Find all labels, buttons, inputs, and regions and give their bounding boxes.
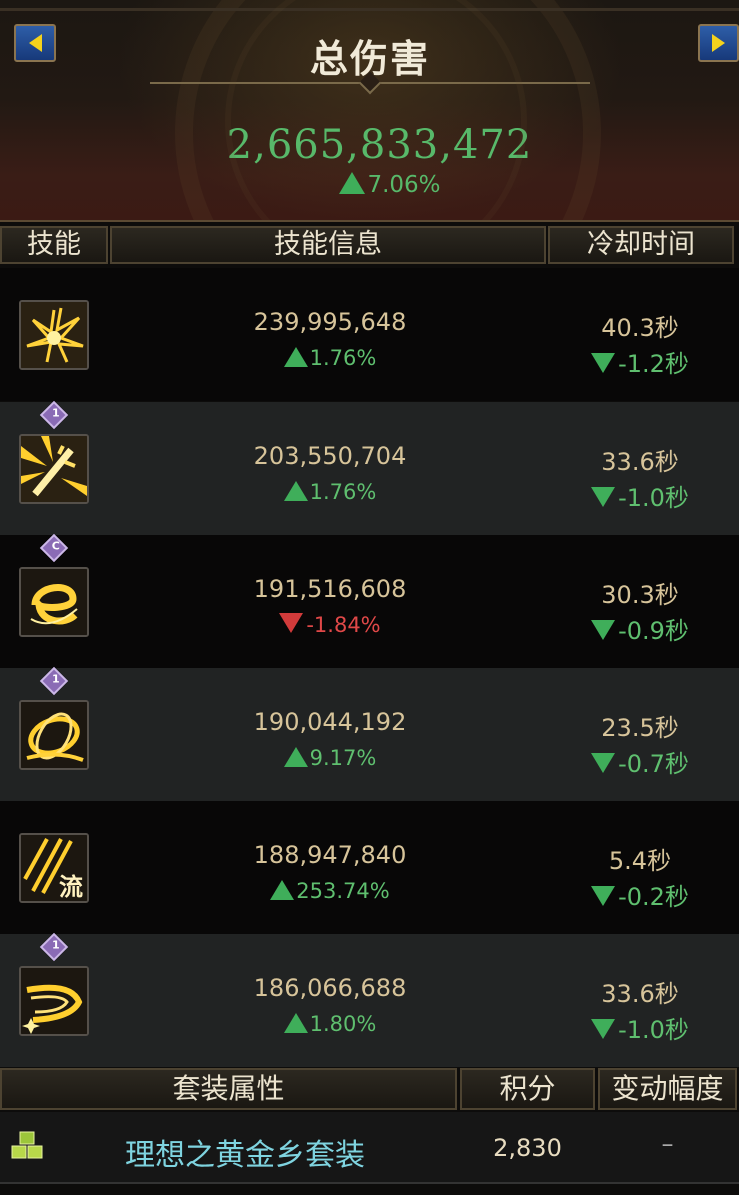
skill-damage-change: 1.80% [190, 1012, 470, 1036]
increase-arrow-icon [283, 347, 308, 367]
column-header-change: 变动幅度 [598, 1068, 737, 1110]
decrease-arrow-icon [591, 886, 616, 906]
increase-arrow-icon [270, 880, 295, 900]
skill-cooldown-change: -1.0秒 [560, 1010, 720, 1045]
increase-arrow-icon [283, 747, 308, 767]
badge-label: 1 [51, 938, 60, 952]
equipment-set-row[interactable]: 理想之黄金乡套装 2,830 – [0, 1112, 739, 1184]
skill-rank-badge: 1 [39, 400, 69, 430]
lightning-burst-icon[interactable] [19, 300, 89, 370]
set-score: 2,830 [493, 1134, 562, 1162]
total-damage-value: 2,665,833,472 [226, 122, 533, 168]
cooldown-change-text: -1.0秒 [618, 1016, 689, 1044]
total-damage-change: 7.06% [0, 172, 739, 198]
decrease-arrow-icon [591, 487, 616, 507]
skill-rank-badge: 1 [39, 666, 69, 696]
skill-row[interactable]: C 191,516,608 -1.84% 30.3秒 -0.9秒 [0, 533, 739, 668]
damage-change-text: -1.84% [306, 613, 381, 637]
skill-row[interactable]: 1 190,044,192 9.17% 23.5秒 -0.7秒 [0, 666, 739, 801]
skill-cooldown-change: -0.2秒 [560, 877, 720, 912]
skill-row[interactable]: 1 186,066,688 1.80% 33.6秒 -1.0秒 [0, 932, 739, 1067]
cooldown-change-text: -1.0秒 [618, 484, 689, 512]
column-header-cooldown: 冷却时间 [548, 226, 734, 264]
damage-change-text: 1.80% [309, 1012, 377, 1036]
cooldown-change-text: -1.2秒 [618, 350, 689, 378]
column-header-skill: 技能 [0, 226, 108, 264]
decrease-arrow-icon [591, 753, 616, 773]
damage-change-text: 253.74% [296, 879, 390, 903]
increase-arrow-icon [283, 1013, 308, 1033]
decrease-arrow-icon [591, 1019, 616, 1039]
skill-damage: 239,995,648 [253, 308, 407, 336]
skill-row[interactable]: 239,995,648 1.76% 40.3秒 -1.2秒 [0, 268, 739, 401]
svg-text:流: 流 [59, 873, 83, 901]
arrow-right-icon [712, 34, 725, 52]
top-divider [0, 8, 739, 11]
skill-damage: 186,066,688 [253, 974, 407, 1002]
skill-cooldown: 40.3秒 [601, 314, 679, 342]
skill-damage-change: 253.74% [190, 879, 470, 903]
increase-arrow-icon [339, 172, 366, 194]
skill-damage-change: 9.17% [190, 746, 470, 770]
skill-cooldown-change: -0.9秒 [560, 611, 720, 646]
skill-cooldown: 30.3秒 [601, 581, 679, 609]
skill-rank-badge: 1 [39, 932, 69, 962]
badge-label: 1 [51, 672, 60, 686]
damage-change-text: 9.17% [309, 746, 377, 770]
skill-damage: 203,550,704 [253, 442, 407, 470]
crescent-wave-icon[interactable] [19, 966, 89, 1036]
skill-damage-change: -1.84% [190, 613, 470, 637]
skill-cooldown: 5.4秒 [608, 847, 672, 875]
skill-cooldown: 33.6秒 [601, 980, 679, 1008]
badge-label: 1 [51, 406, 60, 420]
skill-damage: 191,516,608 [253, 575, 407, 603]
damage-change-text: 1.76% [309, 480, 377, 504]
skill-cooldown: 23.5秒 [601, 714, 679, 742]
total-change-text: 7.06% [367, 172, 441, 198]
column-header-score: 积分 [460, 1068, 595, 1110]
column-header-set: 套装属性 [0, 1068, 457, 1110]
skill-cooldown-change: -0.7秒 [560, 744, 720, 779]
cooldown-change-text: -0.2秒 [618, 883, 689, 911]
previous-page-button[interactable] [14, 24, 56, 62]
next-page-button[interactable] [698, 24, 739, 62]
set-change: – [661, 1130, 674, 1158]
increase-arrow-icon [283, 481, 308, 501]
skill-row[interactable]: 流 188,947,840 253.74% 5.4秒 -0.2秒 [0, 801, 739, 934]
skill-damage-change: 1.76% [190, 346, 470, 370]
page-title: 总伤害 [309, 37, 430, 81]
total-damage-panel: 总伤害 2,665,833,472 7.06% [0, 0, 739, 222]
damage-change-text: 1.76% [309, 346, 377, 370]
arrow-left-icon [28, 34, 42, 52]
decrease-arrow-icon [591, 620, 616, 640]
skill-damage: 188,947,840 [253, 841, 407, 869]
swirl-slash-icon[interactable] [19, 567, 89, 637]
skill-cooldown-change: -1.2秒 [560, 344, 720, 379]
decrease-arrow-icon [591, 353, 616, 373]
skill-cooldown-change: -1.0秒 [560, 478, 720, 513]
skill-damage: 190,044,192 [253, 708, 407, 736]
spinning-ring-icon[interactable] [19, 700, 89, 770]
skill-rank-badge: C [39, 533, 69, 563]
equipment-set-icon [11, 1131, 43, 1159]
column-header-info: 技能信息 [110, 226, 546, 264]
decrease-arrow-icon [279, 613, 304, 633]
skill-row[interactable]: 1 203,550,704 1.76% 33.6秒 -1.0秒 [0, 400, 739, 535]
cooldown-change-text: -0.7秒 [618, 750, 689, 778]
badge-label: C [51, 539, 60, 553]
skill-damage-change: 1.76% [190, 480, 470, 504]
cooldown-change-text: -0.9秒 [618, 617, 689, 645]
sword-burst-icon[interactable] [19, 434, 89, 504]
skill-cooldown: 33.6秒 [601, 448, 679, 476]
set-name: 理想之黄金乡套装 [125, 1138, 365, 1173]
flow-slash-icon[interactable]: 流 [19, 833, 89, 903]
